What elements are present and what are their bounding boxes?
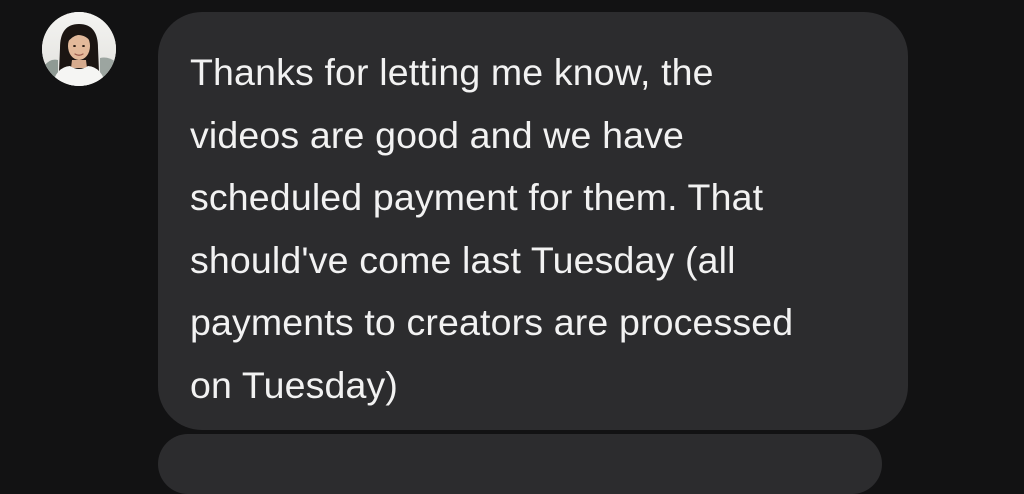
previous-message-fragment: [234, 0, 274, 2]
avatar[interactable]: [42, 12, 116, 86]
message-bubble[interactable]: Thanks for letting me know, the videos a…: [158, 12, 908, 430]
message-text: Thanks for letting me know, the videos a…: [190, 51, 794, 406]
next-message-bubble[interactable]: [158, 434, 882, 494]
avatar-photo-icon: [42, 12, 116, 86]
